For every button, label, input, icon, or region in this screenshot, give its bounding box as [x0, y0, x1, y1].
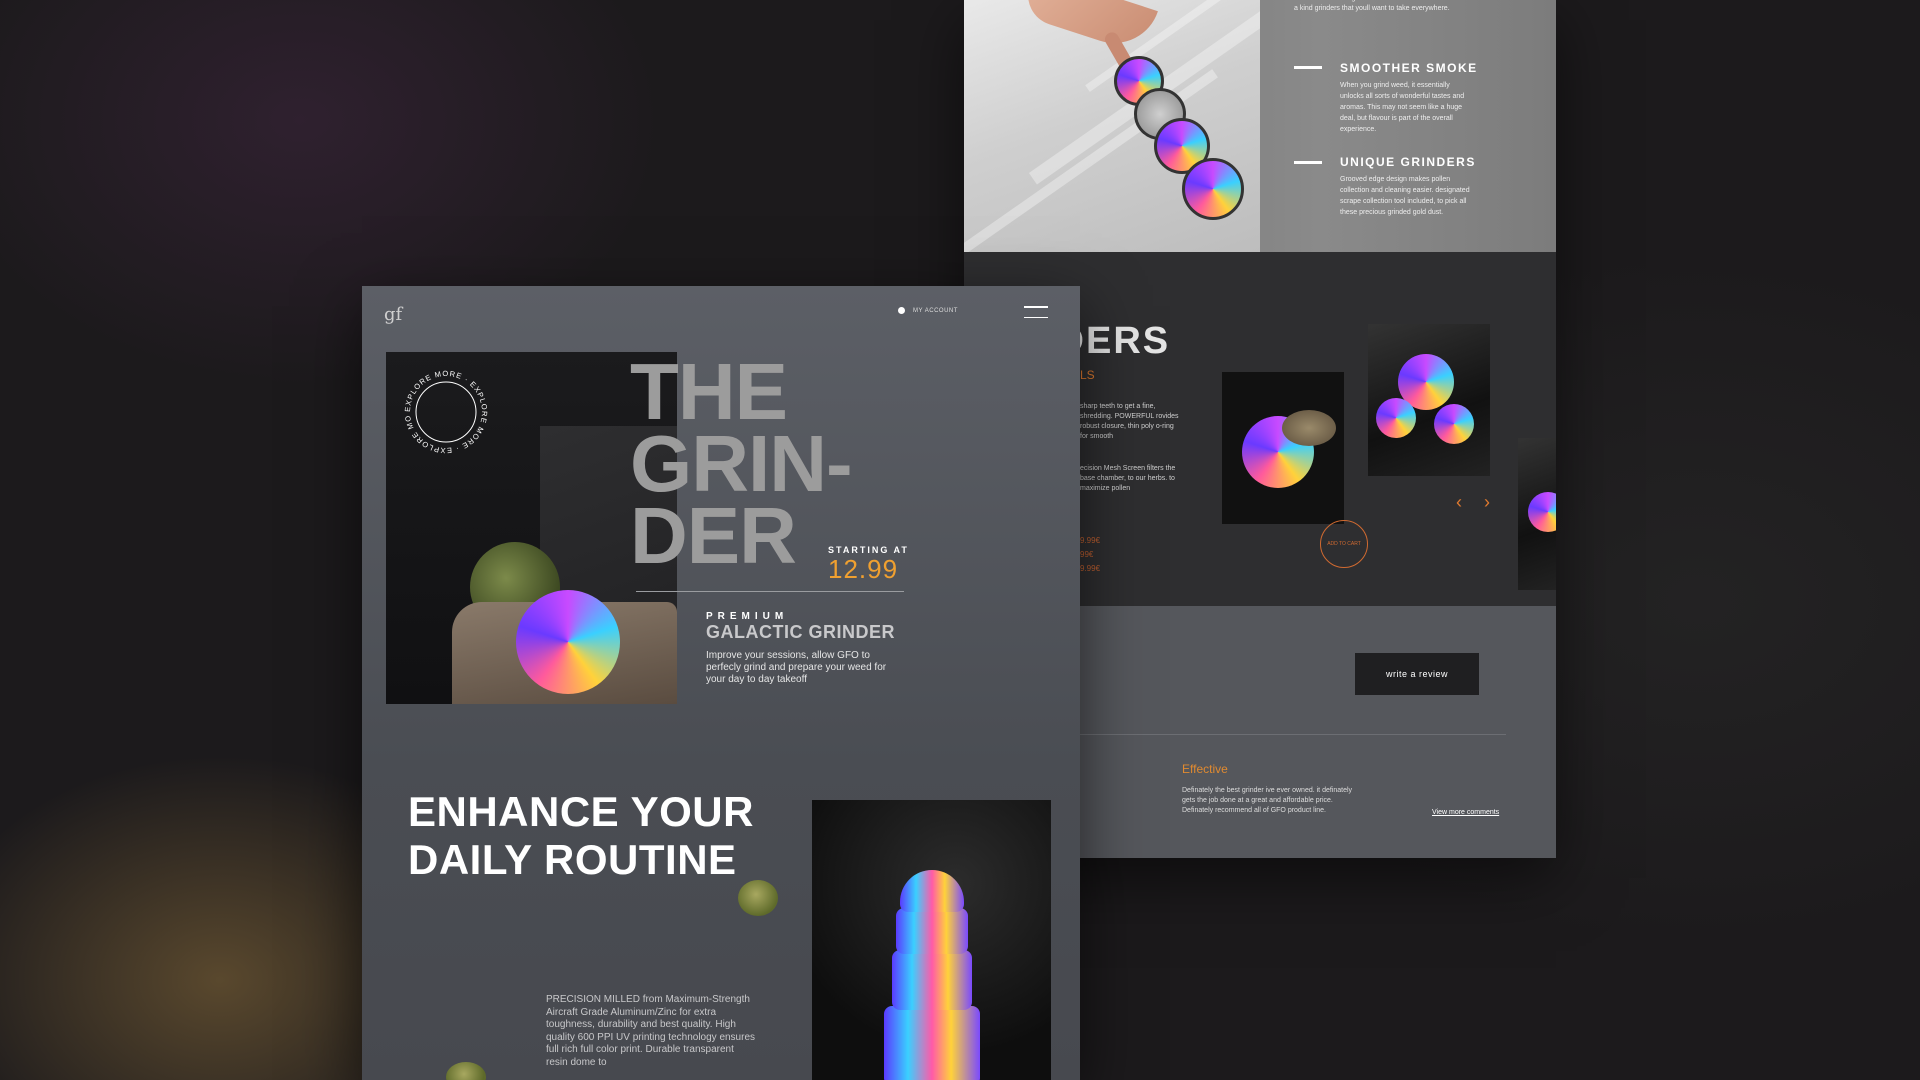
- explore-more-badge[interactable]: EXPLORE MORE · EXPLORE MORE · EXPLORE MO…: [400, 366, 492, 458]
- heading-line: ENHANCE YOUR: [408, 788, 754, 835]
- product-card-partial[interactable]: [1518, 438, 1556, 590]
- grinder-image: [1434, 404, 1474, 444]
- feature-title: SMOOTHER SMOKE: [1340, 61, 1478, 75]
- hero-title-line: THE: [630, 347, 788, 436]
- price-line: 99€: [1080, 550, 1094, 559]
- add-to-cart-button[interactable]: ADD TO CART: [1320, 520, 1368, 568]
- price: 12.99: [828, 554, 899, 584]
- hero-description: Improve your sessions, allow GFO to perf…: [706, 650, 887, 685]
- write-review-button[interactable]: write a review: [1355, 653, 1479, 695]
- feature-dash: [1294, 161, 1322, 164]
- feature-dash: [1294, 66, 1322, 69]
- review-title: Effective: [1182, 762, 1228, 776]
- my-account-label: MY ACCOUNT: [913, 307, 958, 314]
- hero-title-line: DER: [630, 491, 797, 580]
- model-description: ecision Mesh Screen filters the base cha…: [1080, 465, 1176, 492]
- feature-text: Grooved edge design makes pollen collect…: [1340, 176, 1470, 216]
- product-card[interactable]: [1368, 324, 1490, 476]
- product-name: GALACTIC GRINDER: [706, 622, 895, 642]
- brand-logo[interactable]: gf: [384, 304, 402, 325]
- review-text: Definately the best grinder ive ever own…: [1182, 787, 1353, 814]
- view-more-comments-link[interactable]: View more comments: [1432, 809, 1499, 816]
- grinder-image: [1376, 398, 1416, 438]
- hero-title-line: GRIN-: [630, 419, 853, 508]
- price-line: 9.99€: [1080, 536, 1101, 545]
- grinder-image: [516, 590, 620, 694]
- premium-label: PREMIUM: [706, 611, 789, 622]
- hand-grinder-photo: [964, 0, 1260, 252]
- feature-title: UNIQUE GRINDERS: [1340, 155, 1476, 169]
- herb-image: [738, 880, 778, 916]
- product-card[interactable]: [1222, 372, 1344, 524]
- divider: [636, 591, 904, 592]
- features-section: Welcome the new generation of affordable…: [964, 0, 1556, 252]
- grinder-tower-photo: [812, 800, 1051, 1080]
- model-description: sharp teeth to get a fine, shredding. PO…: [1080, 403, 1179, 440]
- precision-text: PRECISION MILLED from Maximum-Strength A…: [546, 994, 756, 1068]
- my-account-link[interactable]: MY ACCOUNT: [898, 307, 958, 314]
- front-page-mockup: gf MY ACCOUNT EXPLORE MORE · EXPLORE MOR…: [362, 286, 1080, 1080]
- intro-text: Welcome the new generation of affordable…: [1294, 0, 1460, 12]
- hand-shape: [1020, 0, 1158, 55]
- heading-line: DAILY ROUTINE: [408, 836, 737, 883]
- grinder-disc-4: [1182, 158, 1244, 220]
- price-line: 9.99€: [1080, 564, 1101, 573]
- section-heading: ENHANCE YOUR DAILY ROUTINE: [408, 788, 754, 884]
- herb-image: [446, 1062, 486, 1080]
- feature-text: When you grind weed, it essentially unlo…: [1340, 82, 1465, 133]
- prev-arrow-icon[interactable]: ‹: [1456, 492, 1462, 513]
- hero-title: THE GRIN- DER: [630, 347, 853, 580]
- next-arrow-icon[interactable]: ›: [1484, 492, 1490, 513]
- hamburger-menu-icon[interactable]: [1024, 306, 1048, 318]
- account-dot-icon: [898, 307, 905, 314]
